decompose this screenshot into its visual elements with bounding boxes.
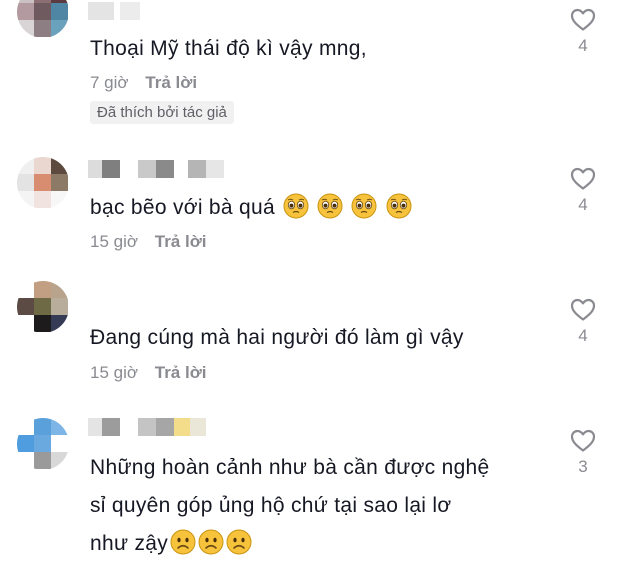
reply-button[interactable]: Trả lời xyxy=(145,73,197,93)
avatar[interactable] xyxy=(17,418,69,470)
comment-text-line: như zậy xyxy=(90,532,169,555)
comment-text: Thoại Mỹ thái độ kì vậy mng, xyxy=(90,37,367,60)
like-button[interactable]: 3 xyxy=(566,429,600,477)
comment-meta: 7 giờ Trả lời xyxy=(90,73,197,93)
heart-icon xyxy=(570,298,596,321)
username-blurred[interactable] xyxy=(88,418,218,436)
comment-meta: 15 giờ Trả lời xyxy=(90,363,207,383)
username-blurred[interactable] xyxy=(88,160,228,178)
pleading-face-icon xyxy=(386,193,412,219)
comment-text-line: sỉ quyên góp ủng hộ chứ tại sao lại lơ xyxy=(90,494,452,517)
like-button[interactable]: 4 xyxy=(566,298,600,346)
liked-by-creator-badge: Đã thích bởi tác giả xyxy=(90,101,234,124)
comment-time: 15 giờ xyxy=(90,363,139,382)
comment-text: Đang cúng mà hai người đó làm gì vậy xyxy=(90,326,464,349)
heart-icon xyxy=(570,8,596,31)
reply-button[interactable]: Trả lời xyxy=(155,232,207,252)
emoji-group xyxy=(281,193,412,219)
comment-text: bạc bẽo với bà quá xyxy=(90,189,550,227)
like-button[interactable]: 4 xyxy=(566,8,600,56)
comment-text-line-last: như zậy xyxy=(90,525,550,563)
avatar[interactable] xyxy=(17,0,69,38)
pleading-face-icon xyxy=(351,193,377,219)
like-button[interactable]: 4 xyxy=(566,167,600,215)
frowning-face-icon xyxy=(170,529,196,555)
avatar[interactable] xyxy=(17,281,69,333)
username-blurred[interactable] xyxy=(88,2,168,20)
heart-icon xyxy=(570,429,596,452)
frowning-face-icon xyxy=(198,529,224,555)
like-count: 4 xyxy=(578,36,588,55)
comment-time: 7 giờ xyxy=(90,73,129,92)
like-count: 4 xyxy=(578,195,588,214)
comment-meta: 15 giờ Trả lời xyxy=(90,232,207,252)
pleading-face-icon xyxy=(283,193,309,219)
reply-button[interactable]: Trả lời xyxy=(155,363,207,383)
comment-text: Những hoàn cảnh như bà cần được nghệ sỉ … xyxy=(90,449,550,563)
comment-text-body: bạc bẽo với bà quá xyxy=(90,196,275,219)
comment-time: 15 giờ xyxy=(90,232,139,251)
like-count: 4 xyxy=(578,326,588,345)
comment-text-line: Những hoàn cảnh như bà cần được nghệ xyxy=(90,456,490,479)
pleading-face-icon xyxy=(317,193,343,219)
heart-icon xyxy=(570,167,596,190)
frowning-face-icon xyxy=(226,529,252,555)
like-count: 3 xyxy=(578,457,588,476)
avatar[interactable] xyxy=(17,157,69,209)
